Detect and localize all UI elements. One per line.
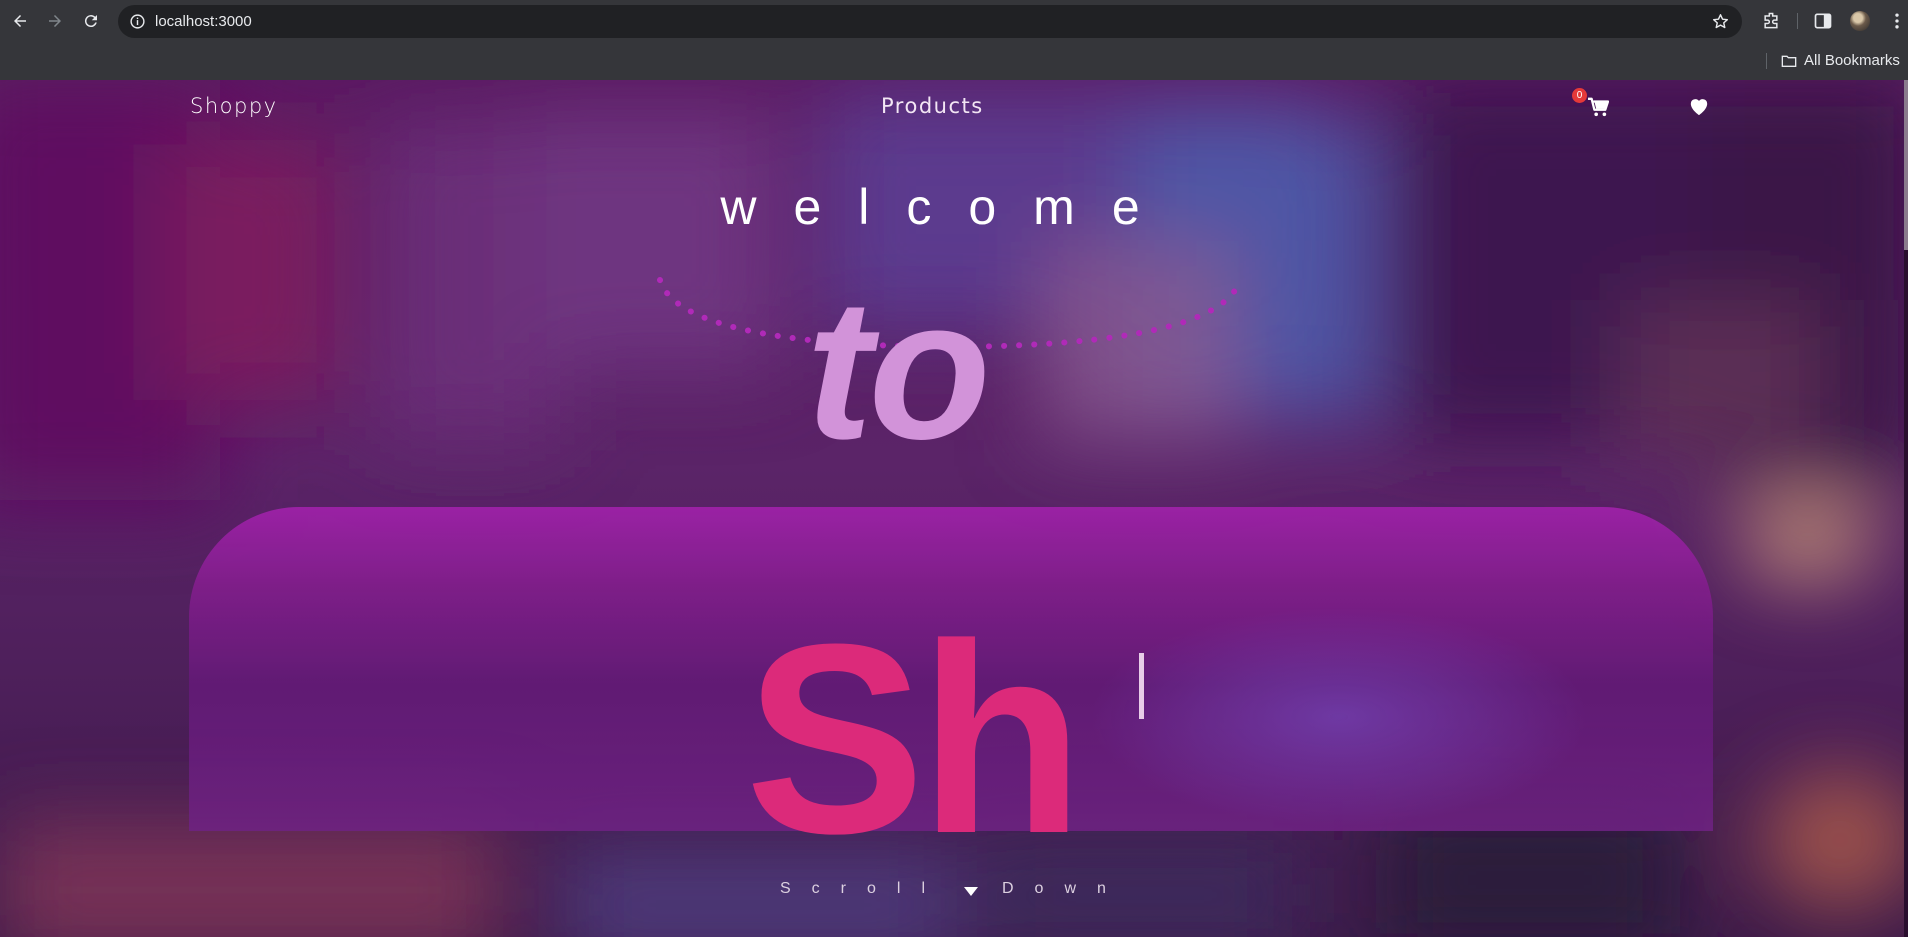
url-text: localhost:3000 [155,13,252,30]
brand-logo-link[interactable]: Shoppy [190,94,278,118]
down-label: Down [1002,880,1127,897]
panel-glow [1089,607,1589,827]
page-viewport: Shoppy Products 0 welcome to Sh Scroll D… [0,80,1908,937]
forward-button[interactable] [43,9,67,33]
menu-icon[interactable] [1887,11,1907,31]
site-navbar: Shoppy Products 0 [0,80,1908,140]
browser-chrome: localhost:3000 All Bookmarks [0,0,1908,80]
reload-icon [84,15,97,28]
reload-button[interactable] [79,9,103,33]
bookmarks-bar: All Bookmarks [0,43,1908,80]
side-panel-icon[interactable] [1813,11,1833,31]
chevron-down-icon [964,887,978,896]
all-bookmarks-button[interactable]: All Bookmarks [1804,52,1900,69]
scroll-label: Scroll [780,880,947,897]
scroll-down-hint[interactable]: Scroll Down [780,880,1120,904]
bookmarks-divider [1766,53,1767,69]
extensions-icon[interactable] [1761,11,1781,31]
folder-icon [1781,55,1797,67]
avatar[interactable] [1850,11,1870,31]
back-arrow-icon [14,15,26,27]
address-bar[interactable]: localhost:3000 [118,5,1742,38]
typing-caret [1139,653,1144,719]
star-icon[interactable] [1711,12,1730,31]
to-heading: to [806,258,991,481]
cart-count-badge: 0 [1572,88,1587,103]
typed-brand-text: Sh [745,589,1084,890]
forward-arrow-icon [49,15,61,27]
nav-products-link[interactable]: Products [881,94,984,118]
site-info-icon[interactable] [129,13,146,30]
welcome-heading: welcome [720,179,1177,235]
toolbar-divider [1797,13,1798,29]
cart-button[interactable]: 0 [1572,88,1609,118]
page-scrollbar[interactable] [1904,80,1908,937]
browser-toolbar: localhost:3000 [0,0,1908,43]
back-button[interactable] [8,9,32,33]
cart-icon [1588,97,1609,117]
heart-icon[interactable] [1688,96,1710,116]
